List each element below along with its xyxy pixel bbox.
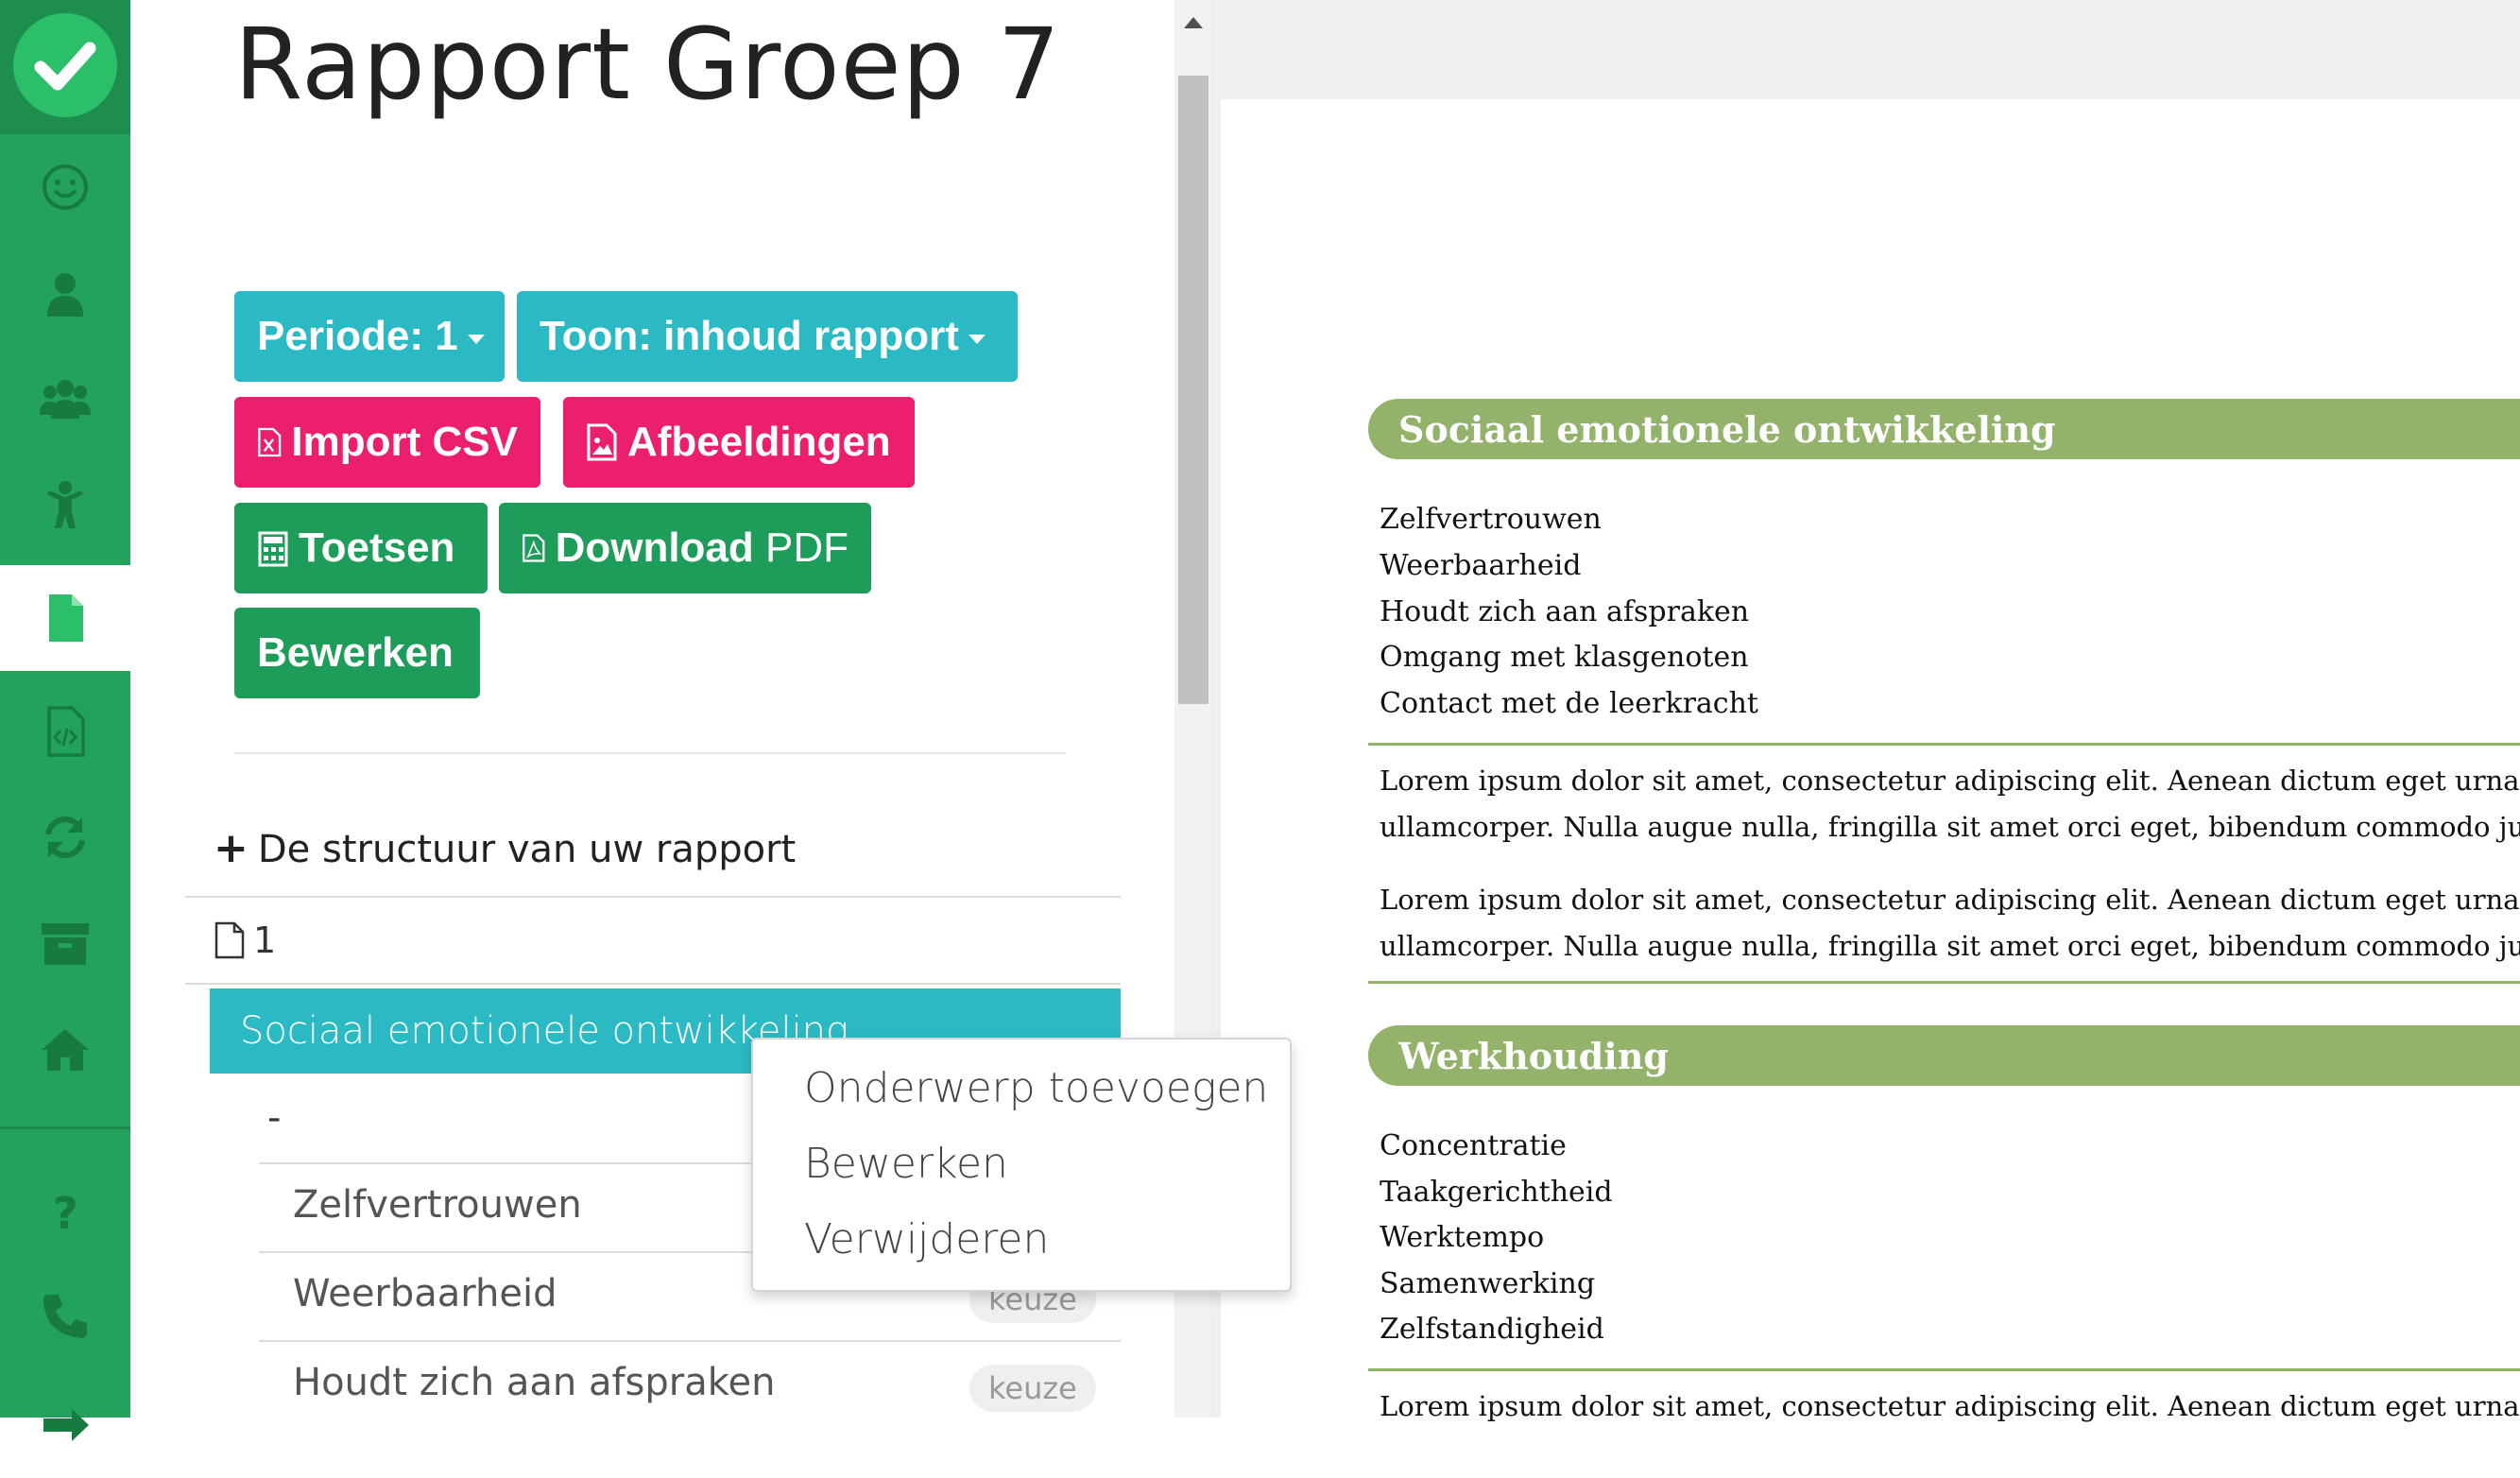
preview-section-heading: Werkhouding (1368, 1025, 2520, 1086)
group-icon (40, 380, 91, 419)
bewerken-label: Bewerken (257, 629, 454, 676)
toon-dropdown[interactable]: Toon: inhoud rapport (517, 291, 1018, 382)
row-divider (185, 983, 1121, 985)
preview-item: Zelfvertrouwen (1380, 503, 1602, 536)
refresh-icon (45, 816, 85, 858)
nav-smile[interactable] (0, 134, 130, 240)
report-icon (49, 594, 83, 642)
nav-phone[interactable] (0, 1263, 130, 1369)
preview-item: Concentratie (1380, 1129, 1567, 1162)
nav-logout[interactable] (0, 1372, 130, 1478)
home-icon (42, 1029, 89, 1071)
archive-icon (42, 923, 89, 965)
logout-icon (43, 1409, 89, 1441)
page-node[interactable]: 1 (214, 919, 276, 961)
nav-child[interactable] (0, 452, 130, 558)
preview-item: Weerbaarheid (1380, 549, 1582, 582)
menu-item-bewerken[interactable]: Bewerken (804, 1140, 1008, 1188)
import-csv-label: Import CSV (291, 419, 518, 465)
nav-group[interactable] (0, 346, 130, 452)
preview-divider (1368, 1368, 2520, 1371)
help-icon: ? (53, 1188, 78, 1236)
svg-text:?: ? (53, 1188, 78, 1236)
sidebar: ? (0, 0, 130, 1441)
preview-item: Samenwerking (1380, 1267, 1596, 1300)
afbeeldingen-label: Afbeeldingen (627, 419, 891, 465)
logo-area[interactable] (0, 0, 130, 134)
phone-icon (43, 1295, 87, 1338)
user-icon (47, 273, 83, 317)
row-divider (259, 1340, 1121, 1342)
toetsen-button[interactable]: Toetsen (234, 503, 488, 593)
calculator-icon (258, 531, 288, 567)
preview-paragraph: Lorem ipsum dolor sit amet, consectetur … (1380, 877, 2520, 970)
preview-item: Houdt zich aan afspraken (1380, 595, 1750, 628)
paragraph-line: ullamcorper. Nulla augue nulla, fringill… (1380, 811, 2520, 843)
structure-toggle[interactable]: + De structuur van uw rapport (214, 824, 796, 872)
nav-archive[interactable] (0, 890, 130, 996)
download-pdf-button[interactable]: Download PDF (499, 503, 871, 593)
checkmark-logo-icon (13, 13, 117, 117)
nav-report[interactable] (0, 565, 130, 671)
excel-file-icon (258, 427, 282, 457)
item-weerbaarheid[interactable]: Weerbaarheid (293, 1272, 557, 1315)
code-file-icon (47, 706, 85, 757)
preview-paragraph: Lorem ipsum dolor sit amet, consectetur … (1380, 758, 2520, 851)
divider (234, 752, 1066, 754)
row-divider (185, 896, 1121, 898)
bewerken-button[interactable]: Bewerken (234, 608, 480, 698)
smile-icon (43, 164, 88, 210)
paragraph-line: ullamcorper. Nulla augue nulla, fringill… (1380, 930, 2520, 962)
periode-dropdown[interactable]: Periode: 1 (234, 291, 505, 382)
scrollbar-thumb[interactable] (1178, 76, 1209, 704)
paragraph-line: Lorem ipsum dolor sit amet, consectetur … (1380, 1390, 2520, 1422)
periode-label: Periode: 1 (257, 313, 458, 359)
caret-down-icon (968, 335, 986, 344)
toetsen-label: Toetsen (299, 524, 455, 571)
plus-icon: + (214, 824, 249, 872)
page-number: 1 (253, 919, 277, 961)
item-zelfvertrouwen[interactable]: Zelfvertrouwen (293, 1183, 582, 1227)
nav-code-file[interactable] (0, 679, 130, 784)
scroll-up-arrow-icon[interactable] (1184, 17, 1203, 28)
file-icon (214, 921, 245, 959)
image-file-icon (587, 423, 617, 461)
nav-refresh[interactable] (0, 784, 130, 890)
toon-label: Toon: inhoud rapport (540, 313, 959, 359)
preview-item: Contact met de leerkracht (1380, 687, 1758, 720)
child-icon (47, 481, 83, 528)
preview-item: Taakgerichtheid (1380, 1176, 1613, 1209)
preview-item: Zelfstandigheid (1380, 1313, 1604, 1346)
keuze-badge: keuze (969, 1365, 1096, 1412)
preview-divider (1368, 981, 2520, 984)
menu-item-onderwerp-toevoegen[interactable]: Onderwerp toevoegen (804, 1064, 1268, 1112)
preview-item: Werktempo (1380, 1221, 1545, 1254)
menu-item-verwijderen[interactable]: Verwijderen (804, 1215, 1049, 1263)
import-csv-button[interactable]: Import CSV (234, 397, 540, 488)
caret-down-icon (467, 335, 485, 344)
item-houdt-zich-aan-afspraken[interactable]: Houdt zich aan afspraken (293, 1361, 775, 1404)
download-suffix: PDF (765, 524, 849, 571)
subsection-dash: - (267, 1096, 282, 1140)
nav-user[interactable] (0, 240, 130, 346)
preview-divider (1368, 743, 2520, 746)
pdf-file-icon (523, 534, 545, 562)
preview-paragraph: Lorem ipsum dolor sit amet, consectetur … (1380, 1383, 2520, 1430)
preview-item: Omgang met klasgenoten (1380, 641, 1749, 674)
structure-header: De structuur van uw rapport (257, 828, 797, 871)
nav-help[interactable]: ? (0, 1158, 130, 1263)
page-title: Rapport Groep 7 (234, 7, 1061, 122)
download-label: Download (555, 524, 754, 571)
preview-section-heading: Sociaal emotionele ontwikkeling (1368, 399, 2520, 459)
nav-home[interactable] (0, 996, 130, 1102)
paragraph-line: Lorem ipsum dolor sit amet, consectetur … (1380, 765, 2520, 797)
paragraph-line: Lorem ipsum dolor sit amet, consectetur … (1380, 884, 2520, 916)
afbeeldingen-button[interactable]: Afbeeldingen (563, 397, 915, 488)
context-menu: Onderwerp toevoegen Bewerken Verwijderen (751, 1038, 1292, 1292)
